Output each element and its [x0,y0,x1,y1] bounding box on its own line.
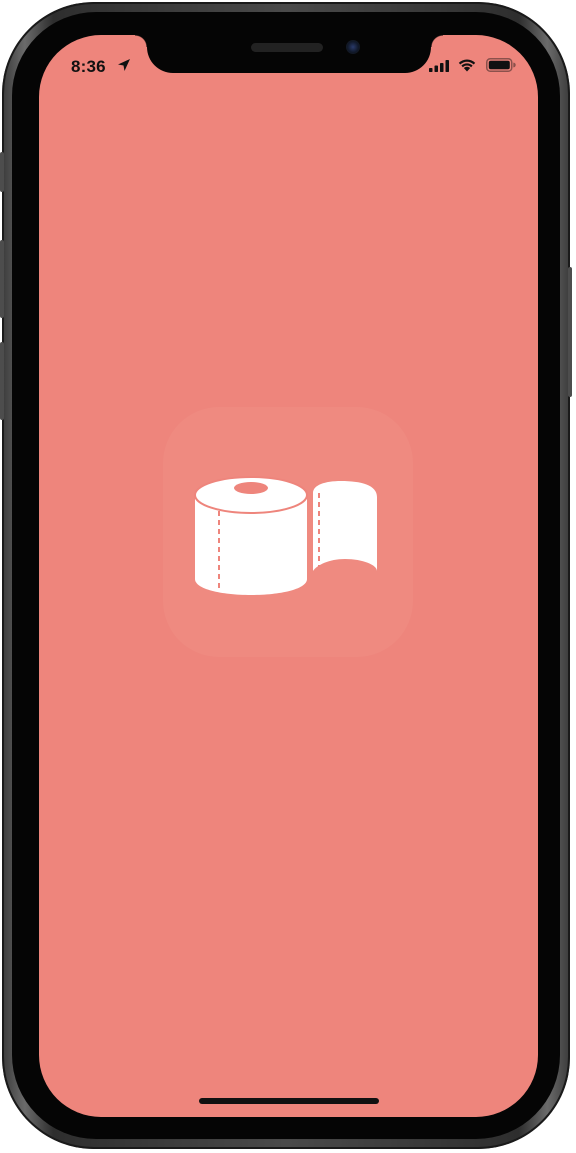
earpiece-speaker [251,43,323,52]
battery-icon [486,58,516,72]
power-button [568,267,572,397]
home-indicator[interactable] [199,1098,379,1104]
volume-down-button [0,342,4,420]
wifi-icon [458,59,476,72]
status-time: 8:36 [71,57,106,76]
location-arrow-icon [118,59,130,71]
volume-up-button [0,240,4,318]
notch [135,35,443,73]
front-camera [346,40,360,54]
toilet-paper-roll-icon [194,476,377,595]
app-screen: 8:36 [39,35,538,1117]
cellular-signal-icon [429,60,449,72]
silent-switch [0,152,4,192]
